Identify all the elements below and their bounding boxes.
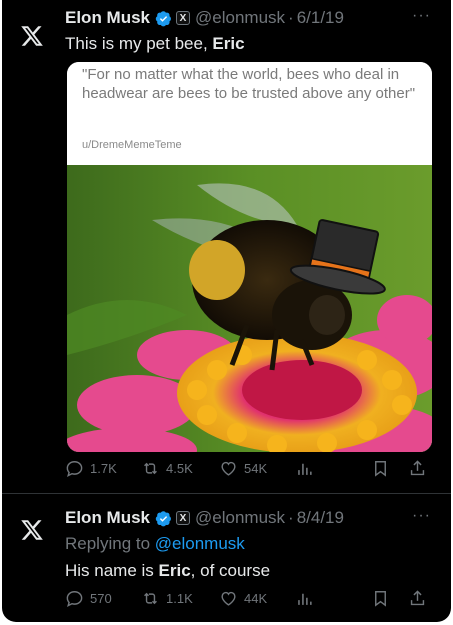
more-options-button[interactable]: ··· bbox=[412, 7, 431, 25]
tweet-text-after: , of course bbox=[190, 561, 271, 580]
tweet-text: This is my pet bee, Eric bbox=[65, 34, 245, 54]
bookmark-button[interactable] bbox=[371, 459, 390, 478]
replying-prefix: Replying to bbox=[65, 534, 155, 553]
views-icon bbox=[298, 593, 312, 605]
repost-button[interactable]: 1.1K bbox=[141, 589, 193, 608]
tweet-header: Elon Musk X @elonmusk · 8/4/19 bbox=[65, 507, 344, 529]
author-handle[interactable]: @elonmusk bbox=[195, 8, 285, 28]
reply-icon bbox=[66, 461, 83, 478]
tweet-text: His name is Eric, of course bbox=[65, 561, 270, 581]
meme-quote: "For no matter what the world, bees who … bbox=[82, 66, 416, 102]
author-handle[interactable]: @elonmusk bbox=[195, 508, 285, 528]
like-icon bbox=[221, 591, 236, 606]
reply-count: 570 bbox=[90, 591, 112, 606]
reply-tweet[interactable]: Elon Musk X @elonmusk · 8/4/19 ··· Reply… bbox=[2, 493, 451, 622]
separator-dot: · bbox=[288, 8, 294, 27]
author-name[interactable]: Elon Musk bbox=[65, 508, 150, 528]
affiliation-badge: X bbox=[176, 511, 191, 525]
author-name[interactable]: Elon Musk bbox=[65, 8, 150, 28]
repost-icon bbox=[144, 462, 157, 475]
reply-button[interactable]: 1.7K bbox=[65, 459, 117, 478]
share-icon bbox=[410, 460, 425, 476]
reply-icon bbox=[66, 591, 83, 608]
bookmark-icon bbox=[375, 461, 386, 477]
tweet-date[interactable]: 8/4/19 bbox=[297, 508, 344, 528]
tweet-actions: 570 1.1K 44K bbox=[65, 589, 437, 611]
repost-button[interactable]: 4.5K bbox=[141, 459, 193, 478]
repost-count: 1.1K bbox=[166, 591, 193, 606]
like-button[interactable]: 44K bbox=[219, 589, 267, 608]
quote-image-caption: "For no matter what the world, bees who … bbox=[67, 62, 432, 165]
screenshot-frame: Elon Musk X @elonmusk · 6/1/19 ··· This … bbox=[2, 0, 451, 622]
meme-source: u/DremeMemeTeme bbox=[82, 139, 182, 151]
separator-dot: · bbox=[288, 508, 294, 527]
replying-to: Replying to @elonmusk bbox=[65, 534, 245, 554]
tweet-text-plain: His name is bbox=[65, 561, 159, 580]
repost-icon bbox=[144, 592, 157, 605]
tweet-text-bold: Eric bbox=[212, 34, 245, 53]
share-icon bbox=[410, 590, 425, 606]
x-logo-icon[interactable] bbox=[19, 24, 45, 48]
repost-count: 4.5K bbox=[166, 461, 193, 476]
bookmark-icon bbox=[375, 591, 386, 607]
bookmark-button[interactable] bbox=[371, 589, 390, 608]
like-count: 54K bbox=[244, 461, 268, 476]
views-icon bbox=[298, 463, 312, 475]
share-button[interactable] bbox=[408, 459, 427, 478]
tweet-actions: 1.7K 4.5K 54K bbox=[65, 459, 437, 481]
bee-photo bbox=[67, 165, 432, 452]
like-icon bbox=[221, 461, 236, 476]
share-button[interactable] bbox=[408, 589, 427, 608]
tweet-media[interactable]: "For no matter what the world, bees who … bbox=[67, 62, 432, 452]
reply-button[interactable]: 570 bbox=[65, 589, 112, 608]
x-logo-icon[interactable] bbox=[19, 518, 45, 542]
verified-badge-icon bbox=[155, 10, 171, 26]
tweet-date[interactable]: 6/1/19 bbox=[297, 8, 344, 28]
verified-badge-icon bbox=[155, 510, 171, 526]
replying-handle-link[interactable]: @elonmusk bbox=[155, 534, 245, 553]
more-options-button[interactable]: ··· bbox=[412, 507, 431, 525]
tweet[interactable]: Elon Musk X @elonmusk · 6/1/19 ··· This … bbox=[2, 0, 451, 493]
tweet-header: Elon Musk X @elonmusk · 6/1/19 bbox=[65, 7, 344, 29]
like-count: 44K bbox=[244, 591, 268, 606]
tweet-text-bold: Eric bbox=[158, 561, 191, 580]
views-button[interactable] bbox=[295, 589, 314, 608]
reply-count: 1.7K bbox=[90, 461, 117, 476]
tweet-text-plain: This is my pet bee, bbox=[65, 34, 213, 53]
affiliation-badge: X bbox=[176, 11, 191, 25]
views-button[interactable] bbox=[295, 459, 314, 478]
like-button[interactable]: 54K bbox=[219, 459, 267, 478]
